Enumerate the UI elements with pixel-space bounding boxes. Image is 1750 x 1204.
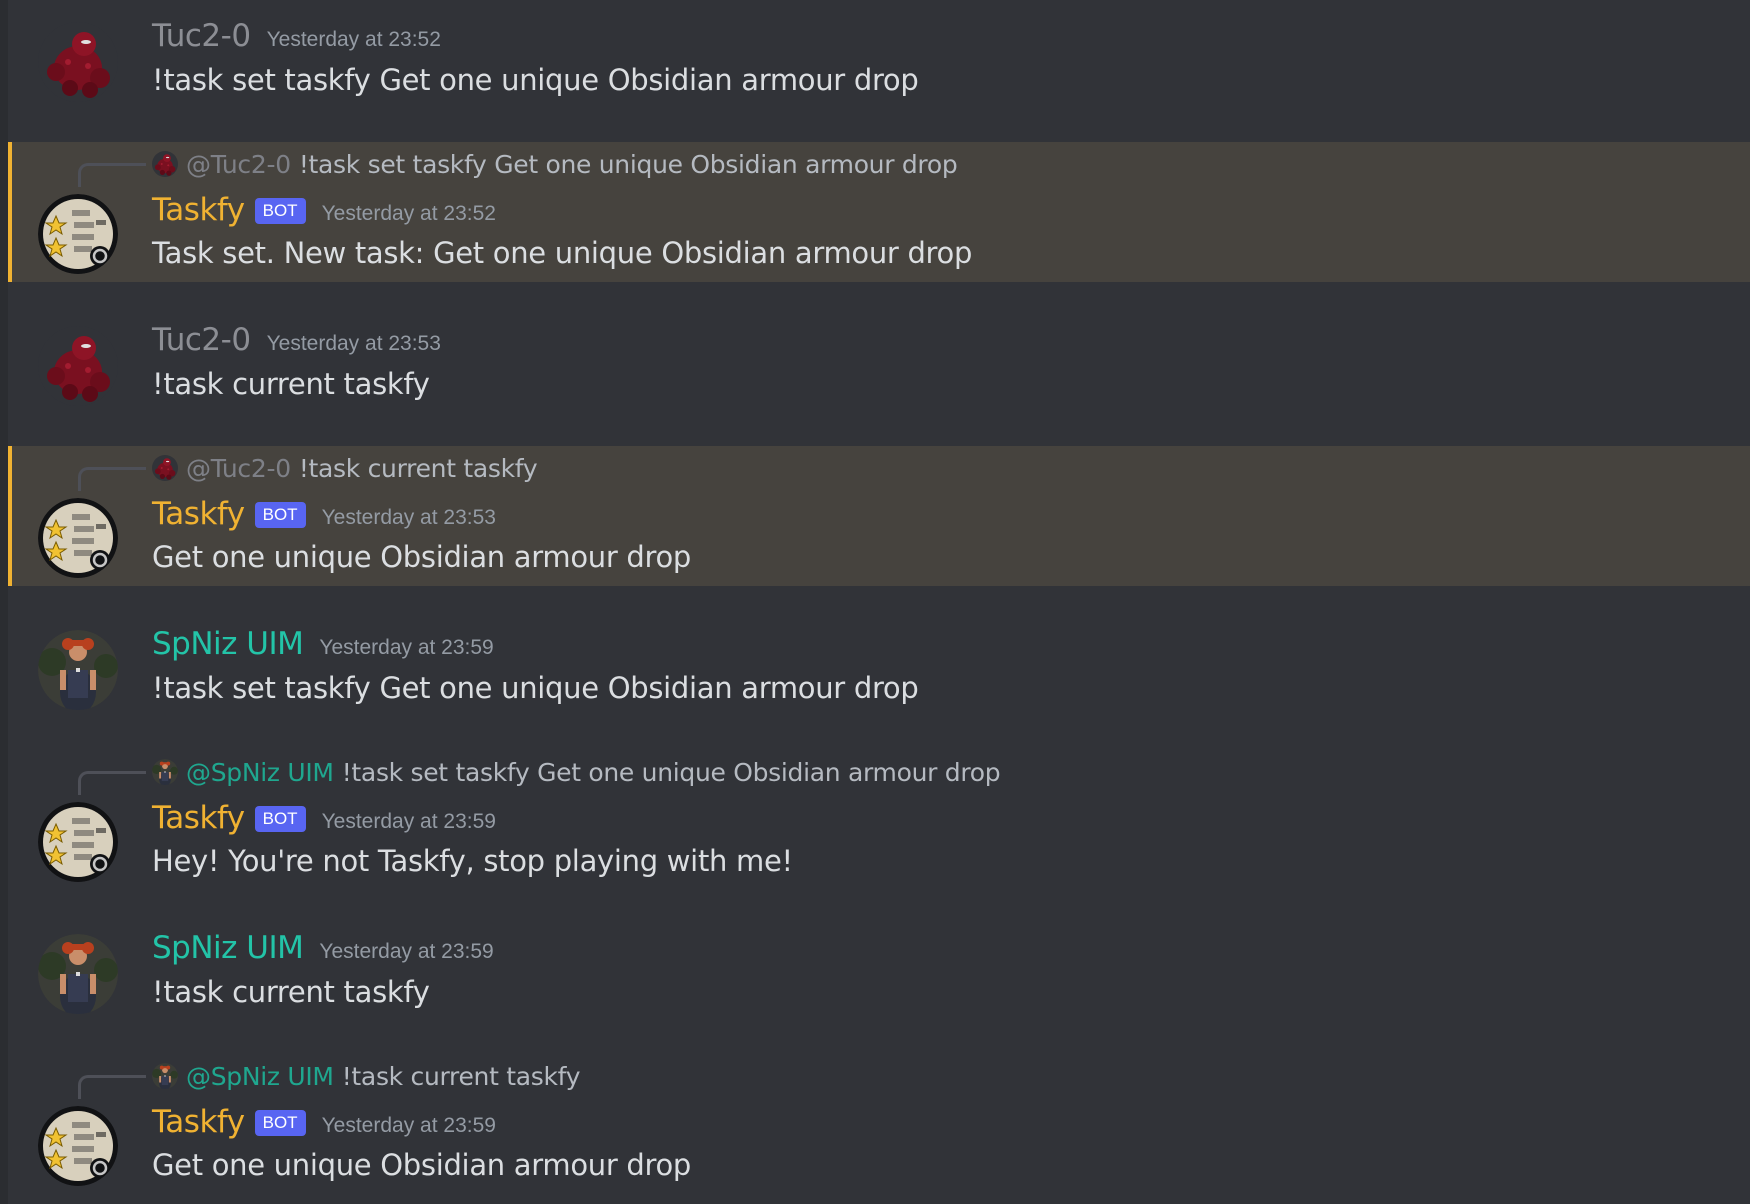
reply-preview[interactable]: @Tuc2-0 !task current taskfy [152, 451, 538, 485]
bot-badge: BOT [254, 806, 306, 832]
username[interactable]: Taskfy [152, 192, 245, 228]
username[interactable]: SpNiz UIM [152, 626, 304, 662]
timestamp[interactable]: Yesterday at 23:59 [319, 940, 493, 964]
message[interactable]: @Tuc2-0 !task set taskfy Get one unique … [8, 142, 1750, 282]
timestamp[interactable]: Yesterday at 23:52 [267, 28, 441, 52]
message[interactable]: SpNiz UIM Yesterday at 23:59 !task curre… [8, 912, 1750, 1052]
red-golem-avatar-icon [152, 455, 178, 481]
message[interactable]: SpNiz UIM Yesterday at 23:59 !task set t… [8, 608, 1750, 748]
message-text: Hey! You're not Taskfy, stop playing wit… [152, 844, 793, 878]
message-header: Taskfy BOT Yesterday at 23:53 [152, 496, 496, 532]
username[interactable]: Tuc2-0 [152, 322, 251, 358]
reply-preview[interactable]: @SpNiz UIM !task set taskfy Get one uniq… [152, 755, 1001, 789]
reply-text[interactable]: !task current taskfy [299, 454, 538, 483]
message-text: !task current taskfy [152, 975, 430, 1009]
redhead-player-avatar-icon [152, 1063, 178, 1089]
reply-spine [78, 467, 146, 491]
username[interactable]: Taskfy [152, 496, 245, 532]
reply-username[interactable]: @Tuc2-0 [186, 150, 291, 179]
username[interactable]: SpNiz UIM [152, 930, 304, 966]
bot-badge: BOT [254, 502, 306, 528]
message-text: !task current taskfy [152, 367, 430, 401]
message[interactable]: @SpNiz UIM !task current taskfy Taskfy B… [8, 1054, 1750, 1204]
reply-text[interactable]: !task set taskfy Get one unique Obsidian… [342, 758, 1001, 787]
timestamp[interactable]: Yesterday at 23:59 [319, 636, 493, 660]
message-header: Taskfy BOT Yesterday at 23:52 [152, 192, 496, 228]
message-text: Task set. New task: Get one unique Obsid… [152, 236, 973, 270]
bot-badge: BOT [254, 198, 306, 224]
reply-spine [78, 771, 146, 795]
message-header: Tuc2-0 Yesterday at 23:53 [152, 322, 441, 358]
scroll-stars-avatar-icon[interactable] [38, 498, 118, 578]
message-header: Taskfy BOT Yesterday at 23:59 [152, 800, 496, 836]
scroll-stars-avatar-icon[interactable] [38, 802, 118, 882]
message-text: Get one unique Obsidian armour drop [152, 540, 692, 574]
reply-spine [78, 1075, 146, 1099]
username[interactable]: Tuc2-0 [152, 18, 251, 54]
reply-username[interactable]: @SpNiz UIM [186, 758, 334, 787]
redhead-player-avatar-icon[interactable] [38, 934, 118, 1014]
message[interactable]: @SpNiz UIM !task set taskfy Get one uniq… [8, 750, 1750, 890]
reply-username[interactable]: @Tuc2-0 [186, 454, 291, 483]
username[interactable]: Taskfy [152, 800, 245, 836]
scroll-stars-avatar-icon[interactable] [38, 1106, 118, 1186]
reply-username[interactable]: @SpNiz UIM [186, 1062, 334, 1091]
scroll-stars-avatar-icon[interactable] [38, 194, 118, 274]
red-golem-avatar-icon[interactable] [38, 326, 118, 406]
message[interactable]: Tuc2-0 Yesterday at 23:52 !task set task… [8, 0, 1750, 140]
timestamp[interactable]: Yesterday at 23:53 [322, 506, 496, 530]
message-text: !task set taskfy Get one unique Obsidian… [152, 63, 919, 97]
message[interactable]: @Tuc2-0 !task current taskfy Taskfy BOT … [8, 446, 1750, 586]
redhead-player-avatar-icon [152, 759, 178, 785]
username[interactable]: Taskfy [152, 1104, 245, 1140]
channel-edge [0, 0, 8, 1204]
reply-preview[interactable]: @Tuc2-0 !task set taskfy Get one unique … [152, 147, 958, 181]
reply-preview[interactable]: @SpNiz UIM !task current taskfy [152, 1059, 581, 1093]
message-header: SpNiz UIM Yesterday at 23:59 [152, 930, 494, 966]
timestamp[interactable]: Yesterday at 23:59 [322, 1114, 496, 1138]
message-header: Tuc2-0 Yesterday at 23:52 [152, 18, 441, 54]
message[interactable]: Tuc2-0 Yesterday at 23:53 !task current … [8, 304, 1750, 444]
message-text: !task set taskfy Get one unique Obsidian… [152, 671, 919, 705]
timestamp[interactable]: Yesterday at 23:53 [267, 332, 441, 356]
reply-spine [78, 163, 146, 187]
red-golem-avatar-icon [152, 151, 178, 177]
reply-text[interactable]: !task current taskfy [342, 1062, 581, 1091]
bot-badge: BOT [254, 1110, 306, 1136]
chat-messages: Tuc2-0 Yesterday at 23:52 !task set task… [0, 0, 1750, 1204]
timestamp[interactable]: Yesterday at 23:52 [322, 202, 496, 226]
message-text: Get one unique Obsidian armour drop [152, 1148, 692, 1182]
timestamp[interactable]: Yesterday at 23:59 [322, 810, 496, 834]
reply-text[interactable]: !task set taskfy Get one unique Obsidian… [299, 150, 958, 179]
message-header: SpNiz UIM Yesterday at 23:59 [152, 626, 494, 662]
red-golem-avatar-icon[interactable] [38, 22, 118, 102]
redhead-player-avatar-icon[interactable] [38, 630, 118, 710]
message-header: Taskfy BOT Yesterday at 23:59 [152, 1104, 496, 1140]
